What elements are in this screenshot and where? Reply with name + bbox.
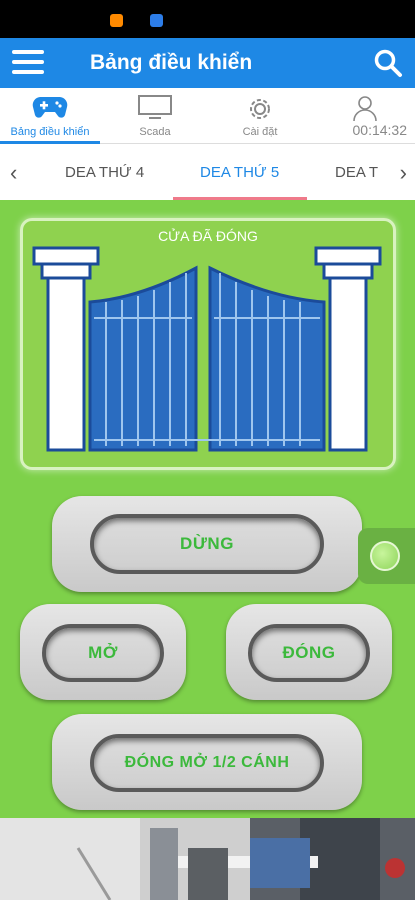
tab-settings[interactable]: Cài đặt [210,88,310,144]
status-light-icon [370,541,400,571]
gamepad-icon [32,94,68,125]
notification-app-icon [110,14,123,27]
stop-button-face: DỪNG [90,514,324,574]
notification-app-icon [150,14,163,27]
app-bar: Bảng điều khiển [0,38,415,88]
camera-preview[interactable] [0,818,415,900]
open-button-label: MỞ [88,643,118,662]
search-icon[interactable] [373,48,403,78]
bottom-tab-bar: Bảng điều khiển Scada Cài đặt 00:14:32 [0,88,415,144]
tab-label: Cài đặt [242,126,278,138]
half-open-button-label: ĐÓNG MỞ 1/2 CÁNH [124,754,290,771]
close-button-label: ĐÓNG [282,643,336,662]
tab-scada[interactable]: Scada [105,88,205,144]
stop-button-label: DỪNG [180,534,234,553]
device-tab-strip: ‹ DEA THỨ 4 DEA THỨ 5 DEA T › [0,144,415,200]
session-timer: 00:14:32 [352,122,408,138]
stop-button[interactable]: DỪNG [52,496,362,592]
device-tab-dea-next[interactable]: DEA T [335,164,378,181]
device-tab-dea-5[interactable]: DEA THỨ 5 [200,164,279,181]
open-button[interactable]: MỞ [20,604,186,700]
half-open-button-face: ĐÓNG MỞ 1/2 CÁNH [90,734,324,792]
tab-label: Bảng điều khiển [10,126,90,138]
gate-visual: CỬA ĐÃ ĐÓNG [20,218,396,470]
close-button[interactable]: ĐÓNG [226,604,392,700]
connection-indicator [358,528,415,584]
control-panel: CỬA ĐÃ ĐÓNG DỪNG MỞ ĐÓNG ĐÓNG MỞ 1/2 CÁN… [0,200,415,818]
close-button-face: ĐÓNG [248,624,370,682]
chevron-right-icon[interactable]: › [400,160,407,186]
camera-feed-image [0,818,415,900]
tab-label: Scada [139,126,171,138]
device-tab-dea-4[interactable]: DEA THỨ 4 [65,164,144,181]
menu-icon[interactable] [12,50,44,76]
open-button-face: MỞ [42,624,164,682]
monitor-icon [137,94,173,125]
app-title: Bảng điều khiển [90,51,253,74]
chevron-left-icon[interactable]: ‹ [10,160,17,186]
half-open-button[interactable]: ĐÓNG MỞ 1/2 CÁNH [52,714,362,810]
gate-illustration [32,246,382,452]
status-bar [0,0,415,38]
tab-dashboard[interactable]: Bảng điều khiển [0,88,100,144]
tab-account[interactable]: 00:14:32 [315,88,415,144]
gate-status-label: CỬA ĐÃ ĐÓNG [158,228,258,244]
gear-icon [245,94,275,129]
